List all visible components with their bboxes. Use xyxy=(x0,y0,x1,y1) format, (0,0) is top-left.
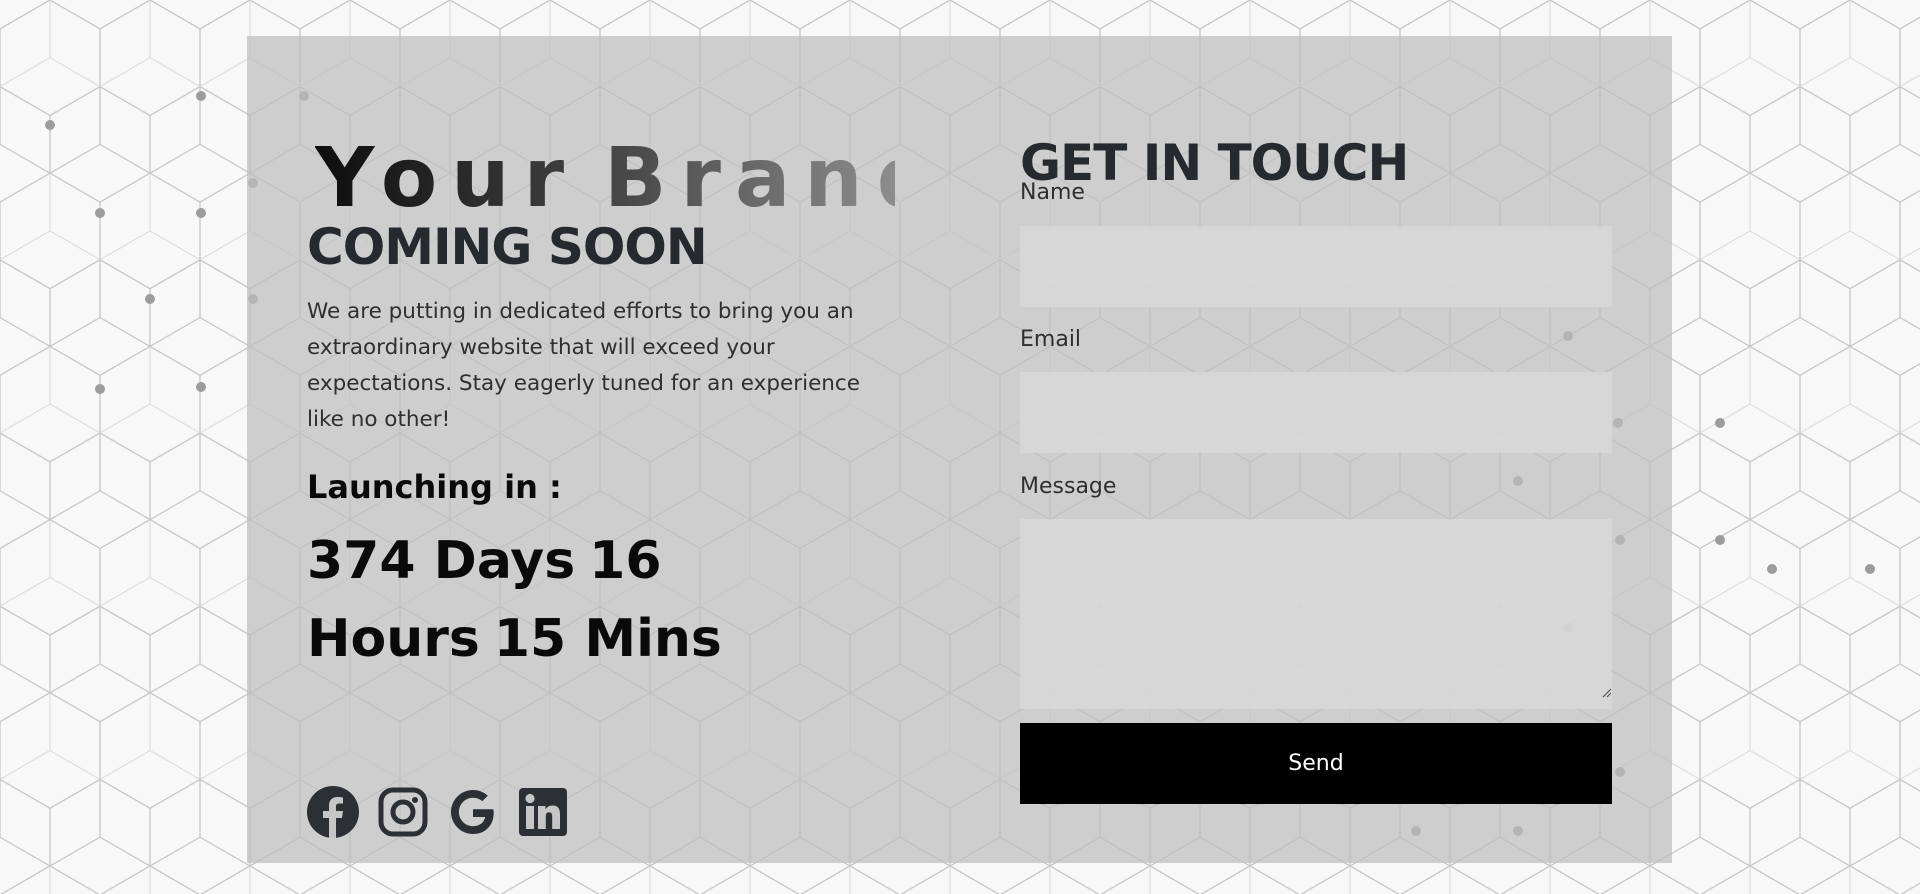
facebook-icon[interactable] xyxy=(307,786,359,838)
instagram-icon[interactable] xyxy=(377,786,429,838)
brand-word-your: Your xyxy=(315,131,578,218)
name-label: Name xyxy=(1020,180,1085,205)
countdown-days: 374 Days xyxy=(307,531,576,591)
name-input[interactable] xyxy=(1020,226,1612,307)
google-icon[interactable] xyxy=(447,786,499,838)
svg-text:YourBrand: Your Brand xyxy=(315,131,895,218)
countdown-mins: 15 Mins xyxy=(493,609,722,669)
resize-handle-icon[interactable] xyxy=(1600,686,1612,698)
coming-soon-card: Your Brand COMING SOON We are putting in … xyxy=(247,36,1672,863)
brand-logo: Your Brand xyxy=(315,131,895,218)
launching-label: Launching in : xyxy=(307,468,562,506)
email-input[interactable] xyxy=(1020,372,1612,453)
brand-word-brand: Brand xyxy=(604,131,895,218)
send-button[interactable]: Send xyxy=(1020,723,1612,804)
description-text: We are putting in dedicated efforts to b… xyxy=(307,299,860,432)
coming-soon-heading: COMING SOON xyxy=(307,218,708,276)
message-textarea[interactable] xyxy=(1020,519,1612,709)
countdown-timer: 374 Days 16 Hours 15 Mins xyxy=(307,522,927,678)
social-links xyxy=(307,786,569,838)
email-label: Email xyxy=(1020,327,1082,352)
message-label: Message xyxy=(1020,474,1117,499)
linkedin-icon[interactable] xyxy=(517,786,569,838)
